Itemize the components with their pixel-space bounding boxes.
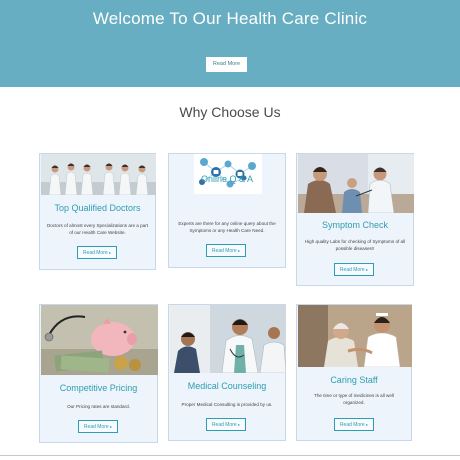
feature-card-caring-staff: Caring Staff The time or type of medicin… (296, 304, 412, 441)
footer-divider (0, 455, 460, 456)
card-title: Top Qualified Doctors (54, 203, 141, 213)
button-label: Read More (339, 267, 365, 273)
caret-right-icon: ▸ (238, 422, 241, 427)
card-title: Symptom Check (321, 220, 389, 230)
caret-right-icon: ▸ (110, 424, 113, 429)
card-read-more-button[interactable]: Read More ▸ (77, 246, 117, 259)
card-title: Caring Staff (330, 375, 378, 385)
card-description: Experts are there for any online query a… (178, 221, 276, 233)
feature-card-symptom-check: Symptom Check High quality Labs for chec… (296, 153, 414, 286)
caret-right-icon: ▸ (109, 250, 112, 255)
card-description: The time or type of medicines is all wel… (314, 393, 394, 405)
hero-read-more-button[interactable]: Read More (206, 57, 247, 72)
card-title: Medical Counseling (187, 381, 267, 391)
counseling-image (170, 305, 286, 373)
hero-banner: Welcome To Our Health Care Clinic Read M… (0, 0, 460, 87)
card-description: Doctors of almost every Specializations … (46, 223, 149, 235)
button-label: Read More (82, 250, 108, 256)
feature-card-online-qa: Online Q & A Experts are there for any o… (168, 153, 286, 268)
button-label: Read More (211, 248, 237, 254)
doctors-group-image (41, 154, 156, 195)
button-label: Read More (339, 422, 365, 428)
card-title: Online Q & A (200, 174, 254, 184)
button-label: Read More (211, 422, 237, 428)
card-read-more-button[interactable]: Read More ▸ (334, 418, 374, 431)
card-description: Our Pricing rates are standard. (67, 404, 130, 409)
hero-title: Welcome To Our Health Care Clinic (92, 9, 368, 28)
button-label: Read More (83, 424, 109, 430)
symptom-check-image (298, 154, 414, 213)
card-read-more-button[interactable]: Read More ▸ (206, 244, 246, 257)
card-read-more-button[interactable]: Read More ▸ (334, 263, 374, 276)
caring-staff-image (298, 305, 412, 367)
card-read-more-button[interactable]: Read More ▸ (206, 418, 246, 431)
card-description: Proper Medical Consulting is provided by… (181, 402, 273, 407)
card-title: Competitive Pricing (59, 383, 138, 393)
caret-right-icon: ▸ (238, 248, 241, 253)
card-read-more-button[interactable]: Read More ▸ (78, 420, 118, 433)
feature-card-counseling: Medical Counseling Proper Medical Consul… (168, 304, 286, 441)
pricing-image (41, 305, 158, 375)
section-title: Why Choose Us (179, 104, 281, 120)
caret-right-icon: ▸ (366, 267, 369, 272)
caret-right-icon: ▸ (366, 422, 369, 427)
card-description: High quality Labs for checking of Sympto… (304, 239, 406, 251)
feature-card-doctors: Top Qualified Doctors Doctors of almost … (39, 153, 156, 270)
feature-card-pricing: Competitive Pricing Our Pricing rates ar… (39, 304, 158, 443)
